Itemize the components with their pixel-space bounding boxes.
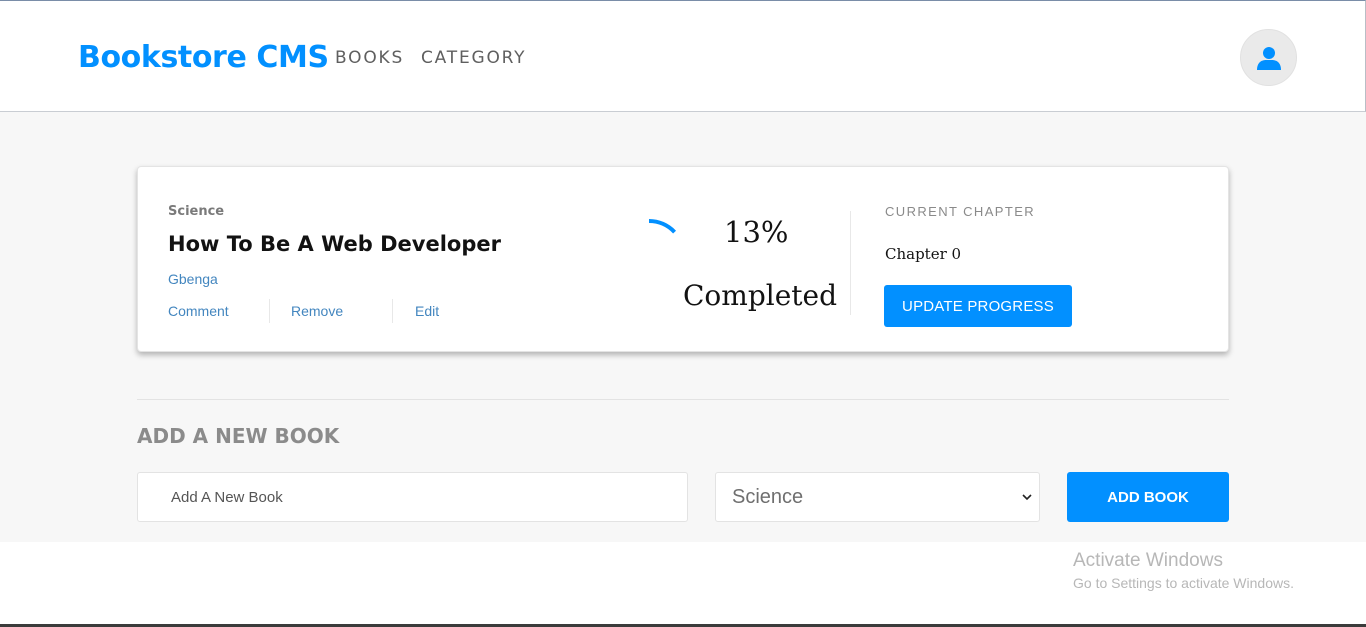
activate-windows-subtitle: Go to Settings to activate Windows. bbox=[1073, 575, 1294, 591]
add-book-button[interactable]: ADD BOOK bbox=[1067, 472, 1229, 522]
page: Bookstore CMS BOOKS CATEGORY Science How… bbox=[0, 0, 1366, 627]
progress-ring bbox=[612, 219, 686, 293]
current-chapter-label: CURRENT CHAPTER bbox=[885, 204, 1036, 219]
chevron-down-icon bbox=[1022, 494, 1032, 501]
update-progress-button[interactable]: UPDATE PROGRESS bbox=[884, 285, 1072, 327]
category-select[interactable]: Science bbox=[715, 472, 1040, 522]
progress-status: Completed bbox=[683, 279, 838, 312]
main-content: Science How To Be A Web Developer Gbenga… bbox=[0, 112, 1366, 542]
book-title: How To Be A Web Developer bbox=[168, 232, 501, 256]
app-logo[interactable]: Bookstore CMS bbox=[78, 40, 329, 75]
user-icon bbox=[1256, 46, 1281, 70]
book-category: Science bbox=[168, 204, 225, 219]
comment-button[interactable]: Comment bbox=[168, 303, 229, 319]
edit-button[interactable]: Edit bbox=[415, 303, 439, 319]
action-divider bbox=[392, 299, 393, 323]
card-divider bbox=[850, 211, 851, 315]
progress-percent: 13% bbox=[724, 215, 789, 249]
nav-category-link[interactable]: CATEGORY bbox=[421, 48, 526, 68]
activate-windows-title: Activate Windows bbox=[1073, 550, 1223, 571]
add-book-heading: ADD A NEW BOOK bbox=[137, 424, 340, 448]
book-title-input[interactable] bbox=[137, 472, 688, 522]
progress-ring-arc bbox=[612, 219, 686, 293]
book-card: Science How To Be A Web Developer Gbenga… bbox=[137, 166, 1229, 352]
nav-books-link[interactable]: BOOKS bbox=[335, 48, 404, 68]
section-divider bbox=[137, 399, 1229, 400]
user-avatar-button[interactable] bbox=[1240, 29, 1297, 86]
category-select-value: Science bbox=[732, 486, 804, 508]
current-chapter: Chapter 0 bbox=[885, 245, 962, 263]
top-navbar: Bookstore CMS BOOKS CATEGORY bbox=[0, 0, 1366, 112]
action-divider bbox=[269, 299, 270, 323]
remove-button[interactable]: Remove bbox=[291, 303, 343, 319]
book-author: Gbenga bbox=[168, 271, 218, 287]
